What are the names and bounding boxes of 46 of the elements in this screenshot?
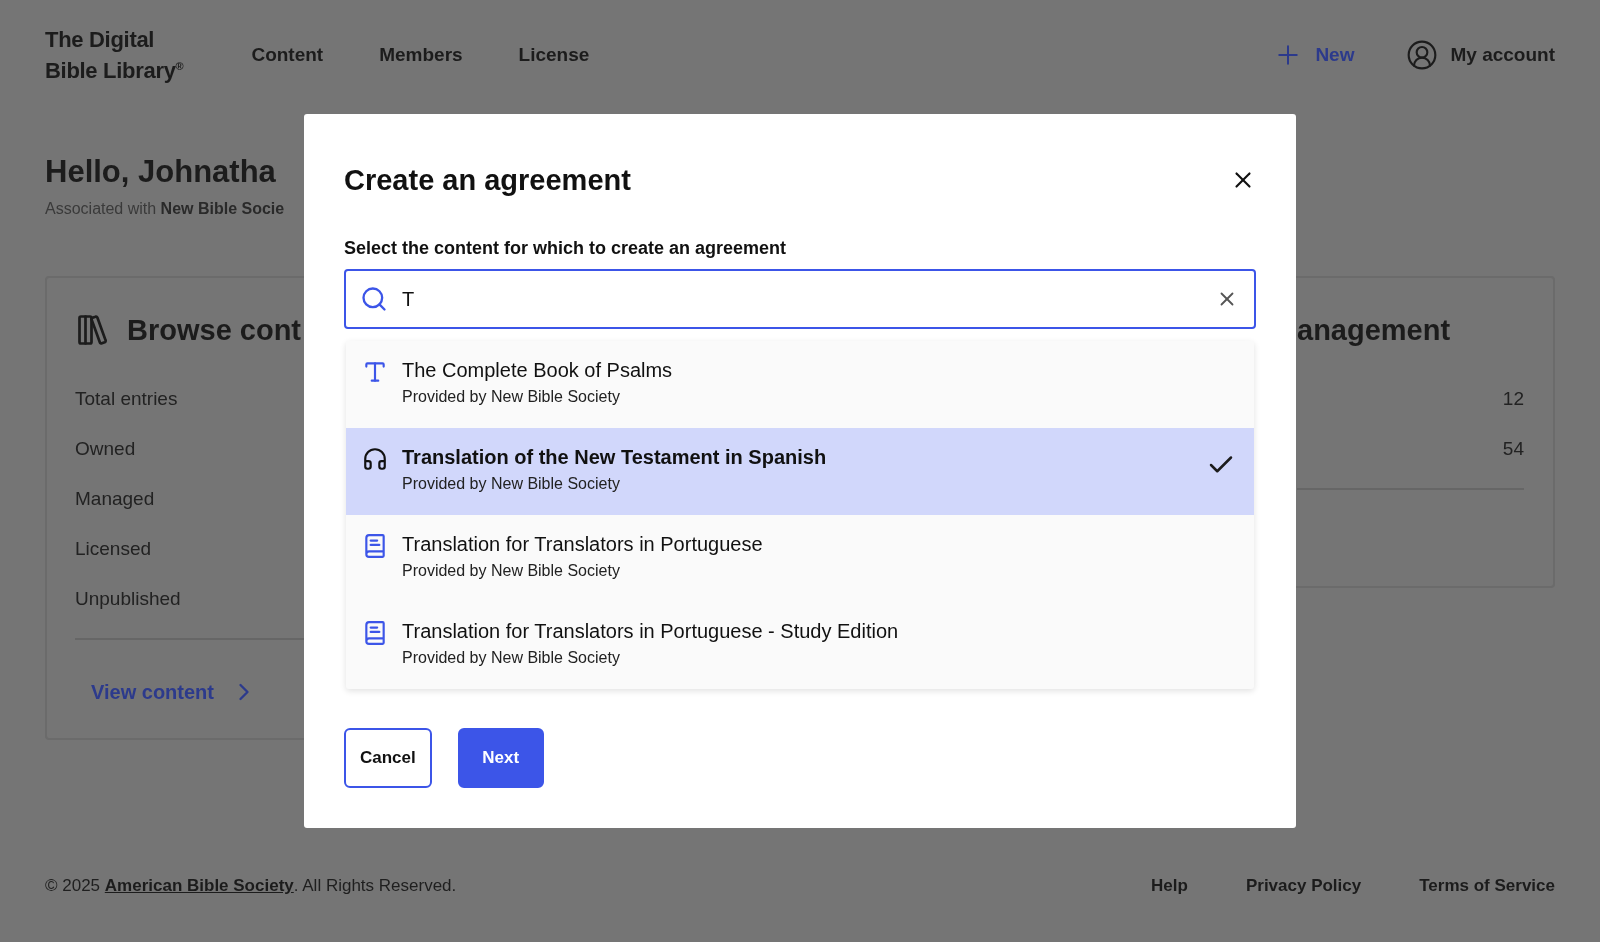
next-button[interactable]: Next [457,728,544,788]
user-icon [1406,39,1439,71]
option-provider: Provided by New Bible Society [402,388,621,406]
card-title: anagement [1297,313,1451,347]
footer-link[interactable]: Privacy Policy [1245,876,1362,896]
option-title: The Complete Book of Psalms [402,359,674,382]
search-icon [360,285,388,313]
option-provider: Provided by New Bible Society [402,562,621,580]
stat-label: Owned [75,438,136,460]
footer-link[interactable]: Terms of Service [1419,876,1555,896]
stat-value: 12 [1502,388,1524,410]
logo[interactable]: The Digital Bible Library$^{®}$ [45,25,184,85]
stat-label: Licensed [75,538,152,560]
footer-link[interactable]: Help [1151,876,1188,896]
option-title: Translation for Translators in Portuguese - Study Edition [402,620,900,643]
nav-link[interactable]: License [518,44,590,66]
search-field[interactable]: T [344,269,1256,329]
option-row[interactable]: Translation of the New Testament in Spanish Provided by New Bible Society [346,428,1254,515]
association-text: Associated with New Bible Socie [45,200,285,218]
stat-label: Unpublished [75,588,181,610]
stat-label: Total entries [75,388,178,410]
cancel-button[interactable]: Cancel [344,728,432,788]
greeting-heading: Hello, Johnatha [45,154,276,190]
option-row[interactable]: The Complete Book of Psalms Provided by New Bible Society [346,341,1254,428]
option-provider: Provided by New Bible Society [402,649,621,667]
nav-link[interactable]: Content [251,44,324,66]
stat-value: 54 [1502,438,1524,460]
option-provider: Provided by New Bible Society [402,475,621,493]
option-title: Translation of the New Testament in Spanish [402,446,828,469]
text-size-icon [362,359,388,385]
society-link[interactable]: American Bible Society [104,876,294,895]
account-button[interactable]: My account [1406,39,1555,71]
view-content-link[interactable]: View content [91,678,258,706]
nav-link[interactable]: Members [379,44,463,66]
dialog-title: Create an agreement [344,163,631,197]
option-row[interactable]: Translation for Translators in Portuguese - Study Edition Provided by New Bible Society [346,602,1254,689]
stat-label: Managed [75,488,155,510]
option-row[interactable]: Translation for Translators in Portuguese Provided by New Bible Society [346,515,1254,602]
book-icon [362,620,388,646]
option-title: Translation for Translators in Portuguese [402,533,764,556]
book-icon [362,533,388,559]
copyright-text: © 2025 American Bible Society. All Rights Reserved. [45,876,457,896]
field-label: Select the content for which to create an agreement [344,238,788,259]
new-button[interactable]: New [1273,40,1355,70]
headphones-icon [362,446,388,472]
card-title: Browse cont [127,313,302,347]
